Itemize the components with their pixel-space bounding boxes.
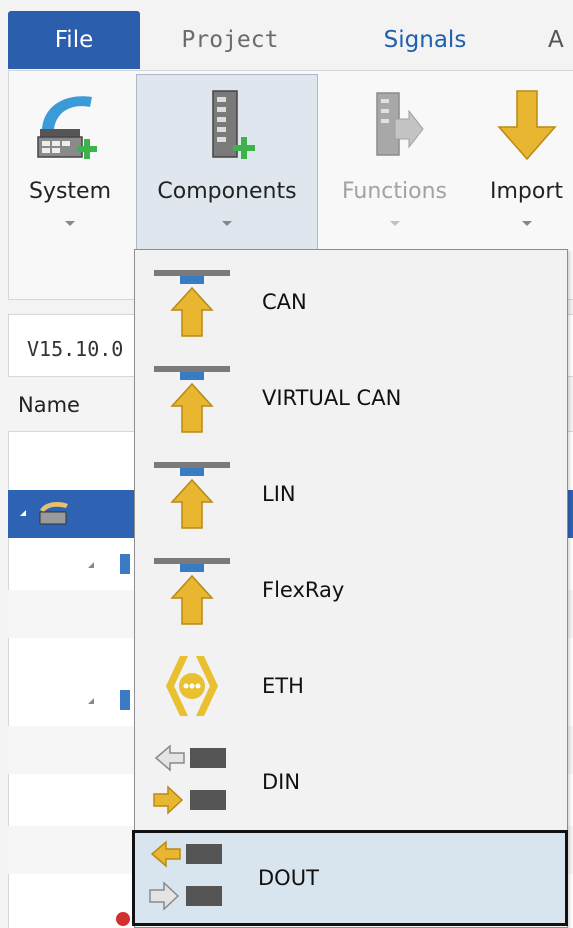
menu-item-label: LIN xyxy=(262,482,296,506)
system-icon xyxy=(39,502,68,525)
menu-item-dout[interactable]: DOUT xyxy=(132,830,568,926)
flexray-bus-icon xyxy=(154,558,230,625)
menu-item-label: DIN xyxy=(262,770,301,794)
menu-item-label: FlexRay xyxy=(262,578,345,602)
expand-icon[interactable] xyxy=(88,698,94,704)
ecu-icon xyxy=(120,554,130,574)
tab-signals[interactable]: Signals xyxy=(350,11,500,69)
chevron-down-icon xyxy=(389,221,400,226)
ethernet-icon xyxy=(166,656,218,716)
ribbon-tab-strip: File Project Signals A xyxy=(0,0,573,70)
import-button[interactable]: Import xyxy=(469,75,573,247)
virtual-can-bus-icon xyxy=(154,366,230,433)
lin-bus-icon xyxy=(154,462,230,529)
column-header-name: Name xyxy=(18,393,80,417)
functions-button-label: Functions xyxy=(341,179,448,204)
chevron-down-icon xyxy=(521,221,532,226)
components-button-label: Components xyxy=(157,179,297,204)
menu-item-label: DOUT xyxy=(258,866,319,890)
system-button[interactable]: System xyxy=(9,75,131,247)
expand-icon[interactable] xyxy=(88,562,94,568)
import-arrow-icon xyxy=(496,90,557,161)
function-arrow-icon xyxy=(375,92,424,156)
import-button-label: Import xyxy=(489,179,563,204)
menu-item-flexray[interactable]: FlexRay xyxy=(136,542,566,638)
chevron-down-icon xyxy=(222,221,232,226)
expand-icon[interactable] xyxy=(20,510,26,516)
menu-item-lin[interactable]: LIN xyxy=(136,446,566,542)
menu-item-din[interactable]: DIN xyxy=(136,734,566,830)
system-button-label: System xyxy=(28,179,112,204)
menu-item-label: VIRTUAL CAN xyxy=(262,386,402,410)
menu-item-label: ETH xyxy=(262,674,304,698)
tab-project[interactable]: Project xyxy=(150,11,310,69)
project-version: V15.10.0 xyxy=(27,337,124,361)
component-add-icon xyxy=(212,90,255,159)
menu-item-label: CAN xyxy=(262,290,307,314)
components-dropdown-menu: CAN VIRTUAL CAN LIN FlexRay ETH DIN DOUT xyxy=(132,249,568,928)
components-button[interactable]: Components xyxy=(136,74,318,250)
menu-item-virtual-can[interactable]: VIRTUAL CAN xyxy=(136,350,566,446)
menu-item-can[interactable]: CAN xyxy=(136,254,566,350)
chevron-down-icon xyxy=(65,221,75,226)
system-add-icon xyxy=(37,96,97,159)
digital-input-icon xyxy=(153,744,226,815)
functions-button[interactable]: Functions xyxy=(327,75,462,247)
menu-item-eth[interactable]: ETH xyxy=(136,638,566,734)
status-icon xyxy=(116,912,130,926)
can-bus-icon xyxy=(154,270,230,337)
digital-output-icon xyxy=(149,840,222,911)
ecu-icon xyxy=(120,690,130,710)
tab-file[interactable]: File xyxy=(8,11,140,69)
tab-truncated[interactable]: A xyxy=(548,11,573,69)
